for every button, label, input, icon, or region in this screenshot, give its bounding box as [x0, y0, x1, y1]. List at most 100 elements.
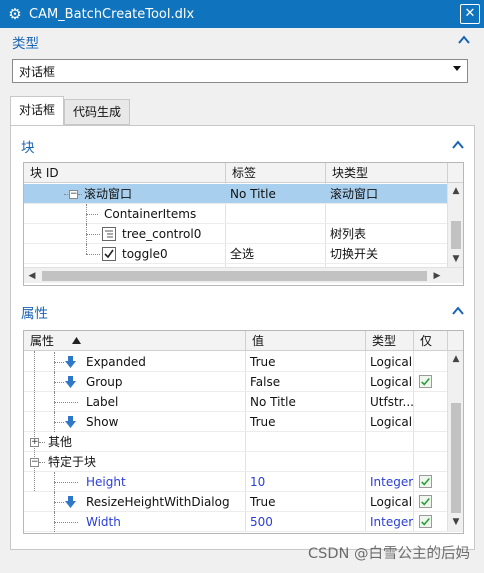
- only-checkbox-checked-icon[interactable]: [419, 375, 432, 388]
- type-select-value: 对话框: [19, 64, 56, 79]
- gear-icon: ⚙: [8, 5, 22, 23]
- scroll-up-icon[interactable]: ▲: [448, 351, 463, 367]
- arrow-down-icon: [65, 416, 76, 428]
- block-label-cell: 全选: [230, 247, 255, 261]
- chevron-up-icon[interactable]: [456, 32, 472, 48]
- chevron-up-icon[interactable]: [450, 303, 466, 319]
- property-value-cell[interactable]: True: [246, 492, 276, 512]
- expand-toggle-icon[interactable]: +: [30, 438, 39, 447]
- tab-dialog-label: 对话框: [19, 103, 56, 117]
- property-type-cell: Logical: [370, 415, 413, 429]
- block-type-cell: 滚动窗口: [330, 187, 379, 201]
- only-checkbox-checked-icon[interactable]: [419, 495, 432, 508]
- property-name-cell: Group: [86, 375, 123, 389]
- property-type-cell: Logical: [370, 355, 413, 369]
- tab-code-generation[interactable]: 代码生成: [64, 99, 131, 125]
- scroll-left-icon[interactable]: ◀: [24, 268, 40, 284]
- collapse-toggle-icon[interactable]: −: [30, 458, 39, 467]
- property-row[interactable]: ResizeHeightWithDialog True Logical: [24, 492, 463, 512]
- blocks-grid: 块 ID 标签 块类型 − 滚动窗口 No Title 滚动窗口 Contain…: [23, 162, 464, 286]
- type-select[interactable]: 对话框: [12, 59, 468, 83]
- table-row[interactable]: tree_control0 树列表: [24, 224, 463, 244]
- scrollbar-thumb[interactable]: [451, 221, 461, 249]
- property-group-row[interactable]: − 特定于块: [24, 452, 463, 472]
- blocks-horizontal-scrollbar[interactable]: ◀ ▶: [24, 267, 463, 284]
- block-type-cell: 树列表: [330, 227, 367, 241]
- dropdown-arrow-icon: [453, 66, 461, 71]
- property-type-cell: [366, 432, 370, 452]
- checkbox-checked-icon: [102, 247, 116, 261]
- block-type-cell: 切换开关: [330, 247, 379, 261]
- blocks-section-header[interactable]: 块: [11, 134, 474, 156]
- property-value-cell[interactable]: True: [246, 412, 276, 432]
- collapse-toggle-icon[interactable]: −: [69, 190, 78, 199]
- blocks-section-label: 块: [21, 140, 35, 156]
- property-value-cell[interactable]: 10: [246, 472, 265, 492]
- property-value-cell[interactable]: [246, 432, 250, 452]
- tab-code-generation-label: 代码生成: [73, 105, 122, 119]
- property-name-cell: Height: [86, 475, 126, 489]
- sort-ascending-icon: [72, 337, 81, 344]
- property-name-cell: 其他: [48, 435, 73, 449]
- property-group-row[interactable]: + 其他: [24, 432, 463, 452]
- scrollbar-thumb[interactable]: [42, 271, 427, 281]
- column-header-label[interactable]: 标签: [226, 163, 326, 183]
- property-value-cell[interactable]: False: [246, 372, 280, 392]
- column-header-only[interactable]: 仅: [414, 331, 448, 351]
- property-row[interactable]: Label No Title Utfstr...: [24, 392, 463, 412]
- only-checkbox-checked-icon[interactable]: [419, 475, 432, 488]
- property-row[interactable]: Expanded True Logical: [24, 352, 463, 372]
- title-bar: ⚙ CAM_BatchCreateTool.dlx ✕: [0, 0, 484, 28]
- column-header-type[interactable]: 类型: [366, 331, 414, 351]
- only-checkbox-checked-icon[interactable]: [419, 515, 432, 528]
- window-title: CAM_BatchCreateTool.dlx: [29, 6, 195, 22]
- scrollbar-thumb[interactable]: [451, 403, 461, 513]
- property-row[interactable]: Show True Logical: [24, 412, 463, 432]
- props-vertical-scrollbar[interactable]: ▲ ▼: [447, 351, 463, 531]
- type-section-header[interactable]: 类型: [0, 30, 484, 54]
- column-header-block-id[interactable]: 块 ID: [24, 163, 226, 183]
- property-name-cell: Show: [86, 415, 119, 429]
- column-header-property[interactable]: 属性: [24, 331, 246, 351]
- property-type-cell: Utfstr...: [370, 395, 414, 409]
- block-id-cell: tree_control0: [122, 227, 202, 241]
- chevron-up-icon[interactable]: [450, 137, 466, 153]
- props-section-header[interactable]: 属性: [11, 300, 474, 322]
- property-row[interactable]: Width 500 Integer: [24, 512, 463, 532]
- property-value-cell[interactable]: [246, 452, 250, 472]
- type-section-label: 类型: [12, 36, 39, 52]
- block-type-cell: [326, 204, 330, 224]
- tab-dialog[interactable]: 对话框: [10, 96, 65, 126]
- block-label-cell: [226, 224, 230, 244]
- scroll-down-icon[interactable]: ▼: [448, 251, 463, 267]
- property-type-cell: Integer: [370, 515, 414, 529]
- property-row[interactable]: Height 10 Integer: [24, 472, 463, 492]
- table-row[interactable]: − 滚动窗口 No Title 滚动窗口: [24, 184, 463, 204]
- property-row[interactable]: Group False Logical: [24, 372, 463, 392]
- column-header-block-type[interactable]: 块类型: [326, 163, 448, 183]
- blocks-vertical-scrollbar[interactable]: ▲ ▼: [447, 183, 463, 267]
- properties-grid-header: 属性 值 类型 仅: [24, 331, 463, 351]
- column-header-value[interactable]: 值: [246, 331, 366, 351]
- table-row[interactable]: ContainerItems: [24, 204, 463, 224]
- property-name-cell: ResizeHeightWithDialog: [86, 495, 230, 509]
- close-button[interactable]: ✕: [460, 4, 480, 24]
- tree-list-icon: [102, 227, 116, 241]
- arrow-down-icon: [65, 376, 76, 388]
- block-id-cell: toggle0: [122, 247, 168, 261]
- scroll-down-icon[interactable]: ▼: [448, 514, 463, 530]
- scroll-up-icon[interactable]: ▲: [448, 183, 463, 199]
- property-name-cell: Width: [86, 515, 121, 529]
- property-value-cell[interactable]: True: [246, 352, 276, 372]
- property-name-cell: Label: [86, 395, 119, 409]
- table-row[interactable]: toggle0 全选 切换开关: [24, 244, 463, 264]
- property-name-cell: 特定于块: [48, 455, 97, 469]
- properties-grid: 属性 值 类型 仅 Expanded True Logical Group False L…: [23, 330, 464, 534]
- property-type-cell: Integer: [370, 475, 414, 489]
- block-id-cell: 滚动窗口: [84, 187, 133, 201]
- scroll-right-icon[interactable]: ▶: [429, 268, 445, 284]
- block-label-cell: [226, 204, 230, 224]
- property-value-cell[interactable]: No Title: [246, 392, 296, 412]
- watermark: CSDN @白雪公主的后妈: [308, 546, 470, 562]
- property-value-cell[interactable]: 500: [246, 512, 273, 532]
